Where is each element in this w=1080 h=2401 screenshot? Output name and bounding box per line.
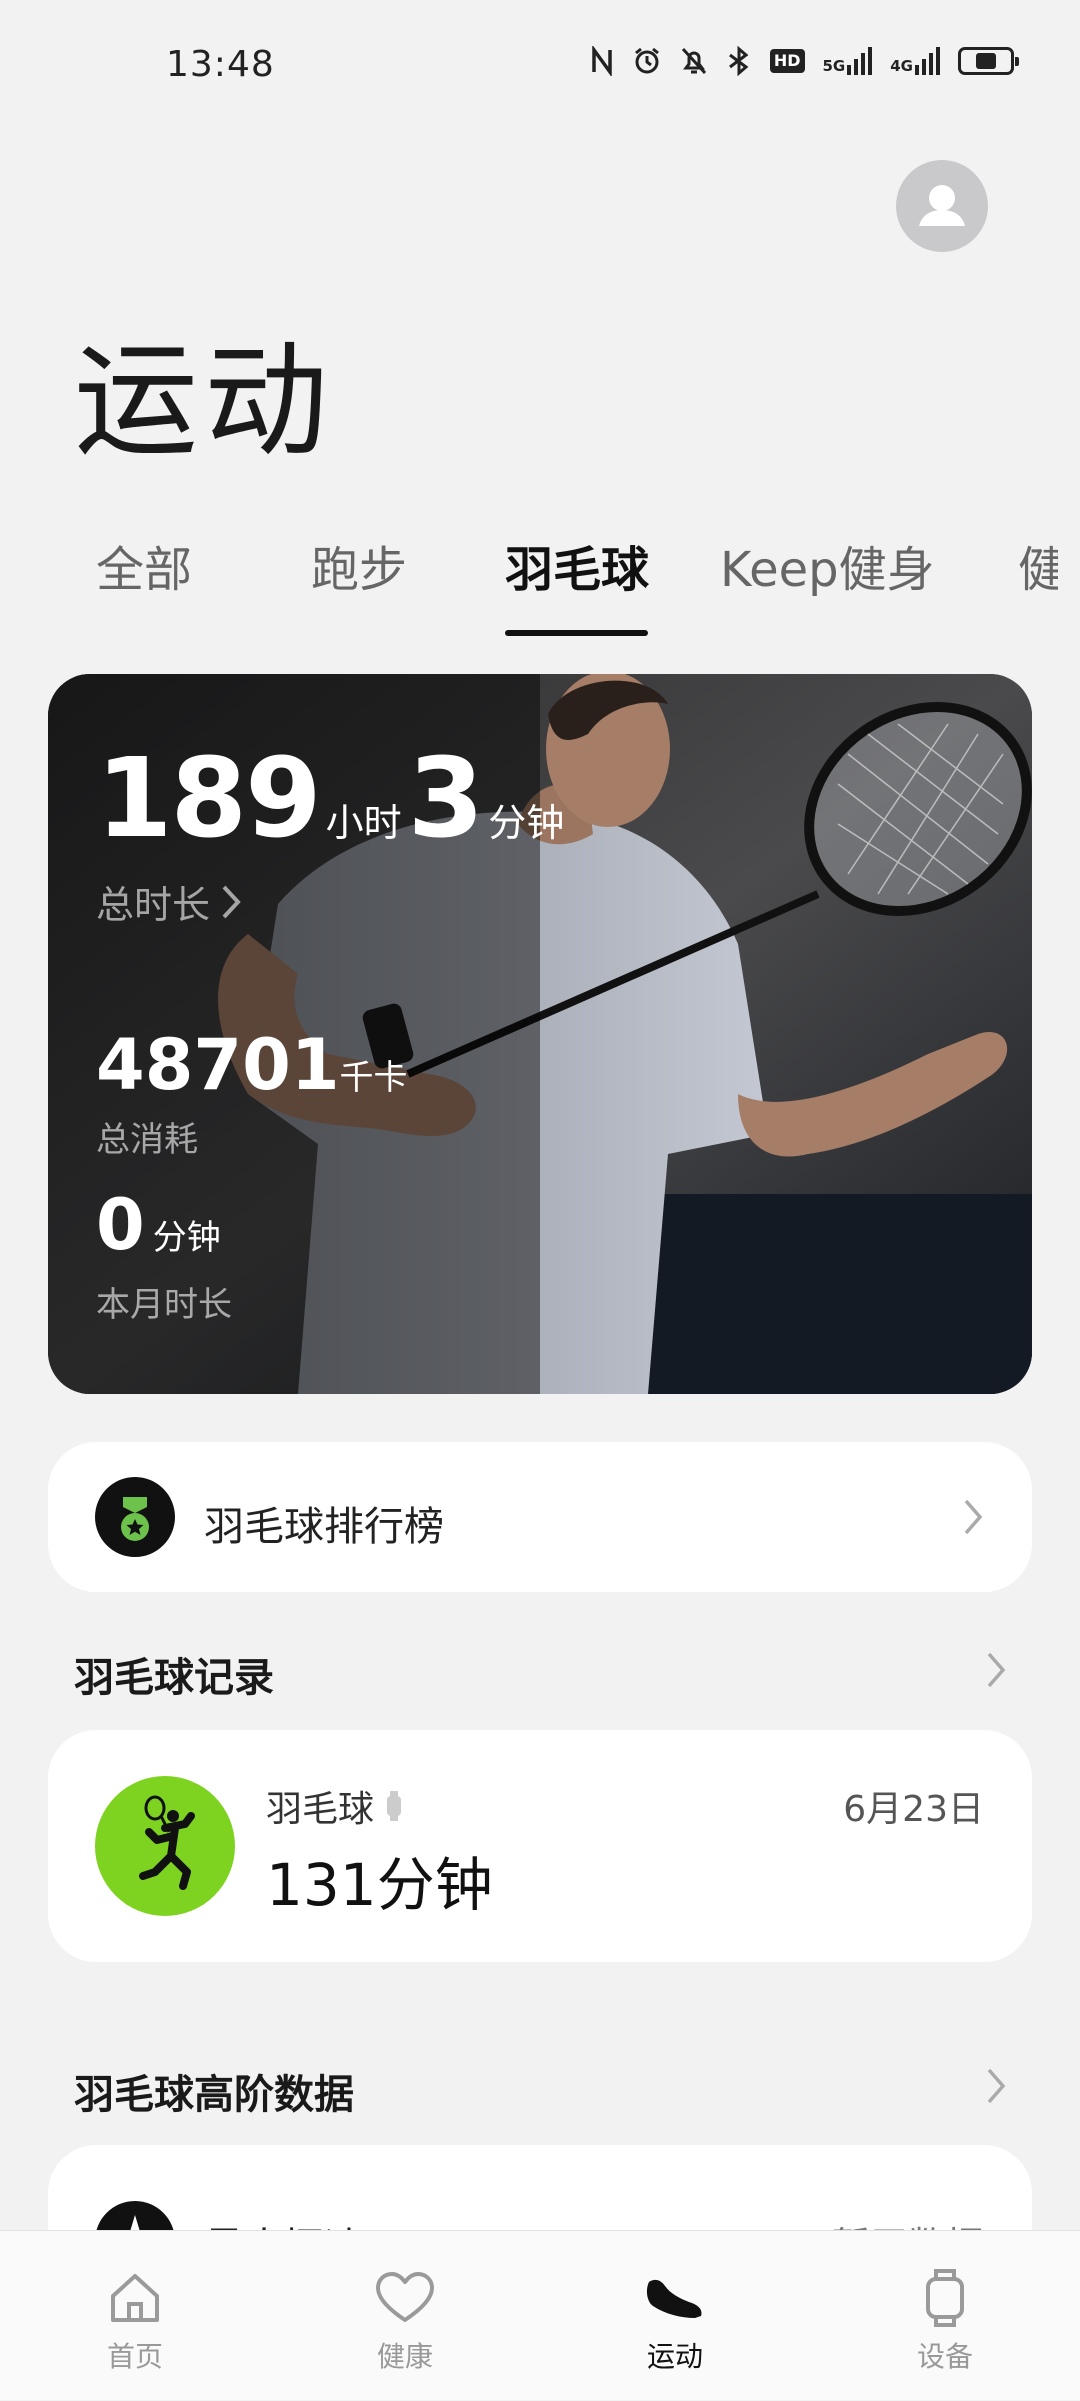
record-duration: 131分钟 (266, 1851, 493, 1919)
status-bar: 13:48 HD 5G 4G (0, 0, 1080, 135)
month-duration-value: 0 分钟 (96, 1184, 221, 1266)
hd-badge: HD (769, 49, 805, 73)
tab-badminton[interactable]: 羽毛球 (505, 530, 649, 600)
user-icon (919, 185, 965, 226)
sport-tabs: 全部 跑步 羽毛球 Keep健身 健 (0, 530, 1080, 640)
chevron-right-icon (222, 885, 241, 918)
records-more-chevron-icon[interactable] (985, 1650, 1007, 1690)
record-type: 羽毛球 (266, 1780, 404, 1832)
heart-icon (374, 2267, 436, 2329)
badminton-player-icon (95, 1776, 235, 1916)
mute-bell-icon (680, 46, 708, 76)
calories-label: 总消耗 (96, 1120, 198, 1160)
leaderboard-label: 羽毛球排行榜 (204, 1504, 444, 1550)
net-label-4g: 4G (890, 57, 913, 75)
nav-device[interactable]: 设备 (810, 2231, 1080, 2401)
chevron-right-icon (964, 1499, 983, 1535)
badminton-summary-card[interactable]: 189 小时3 分钟 总时长 48701千卡 总消耗 0 分钟 本月时长 (48, 674, 1032, 1394)
battery-fill (976, 53, 996, 69)
record-date: 6月23日 (843, 1789, 984, 1830)
tab-more[interactable]: 健 (1018, 530, 1058, 600)
nfc-icon (590, 46, 614, 76)
tab-running[interactable]: 跑步 (311, 530, 407, 600)
signal-4g-icon: 4G (890, 47, 940, 75)
month-unit: 分钟 (152, 1218, 221, 1258)
nav-sport[interactable]: 运动 (540, 2231, 810, 2401)
status-icons: HD 5G 4G (590, 46, 1019, 76)
status-time: 13:48 (166, 44, 275, 85)
signal-5g-icon: 5G (823, 47, 873, 75)
month-duration-label: 本月时长 (96, 1285, 232, 1325)
record-type-label: 羽毛球 (266, 1789, 375, 1830)
bluetooth-icon (726, 46, 752, 76)
calories-unit: 千卡 (339, 1058, 408, 1098)
advanced-more-chevron-icon[interactable] (985, 2066, 1007, 2106)
total-minutes: 3 (407, 734, 485, 862)
total-duration-value: 189 小时3 分钟 (96, 734, 570, 862)
nav-device-label: 设备 (916, 2340, 973, 2373)
watch-icon (922, 2267, 968, 2329)
leaderboard-row[interactable]: 羽毛球排行榜 (48, 1442, 1032, 1592)
watch-icon (387, 1791, 402, 1821)
calories-value: 48701千卡 (96, 1024, 408, 1106)
advanced-section-title: 羽毛球高阶数据 (74, 2072, 354, 2118)
total-hours: 189 (96, 734, 322, 862)
home-icon (105, 2267, 165, 2329)
total-duration-label: 总时长 (96, 883, 211, 927)
nav-health-label: 健康 (376, 2340, 433, 2373)
page-title: 运动 (74, 330, 335, 474)
net-label-5g: 5G (822, 57, 846, 75)
avatar[interactable] (896, 160, 988, 252)
tab-keep-fitness[interactable]: Keep健身 (720, 530, 935, 600)
tab-all[interactable]: 全部 (96, 530, 192, 600)
alarm-icon (632, 46, 662, 76)
ranking-badge-icon (95, 1477, 175, 1557)
shoe-icon (643, 2267, 707, 2329)
bottom-nav: 首页 健康 运动 设备 (0, 2230, 1080, 2400)
records-section-title: 羽毛球记录 (74, 1655, 274, 1701)
nav-home[interactable]: 首页 (0, 2231, 270, 2401)
hours-unit: 小时 (325, 801, 402, 845)
month-minutes: 0 (96, 1184, 145, 1266)
tab-underline (505, 630, 648, 636)
minutes-unit: 分钟 (488, 801, 565, 845)
calories-number: 48701 (96, 1024, 340, 1106)
nav-home-label: 首页 (106, 2340, 163, 2373)
nav-sport-label: 运动 (646, 2340, 703, 2373)
battery-icon (958, 47, 1019, 75)
badminton-record-item[interactable]: 羽毛球 131分钟 6月23日 (48, 1730, 1032, 1962)
total-duration-link[interactable]: 总时长 (96, 874, 242, 929)
nav-health[interactable]: 健康 (270, 2231, 540, 2401)
